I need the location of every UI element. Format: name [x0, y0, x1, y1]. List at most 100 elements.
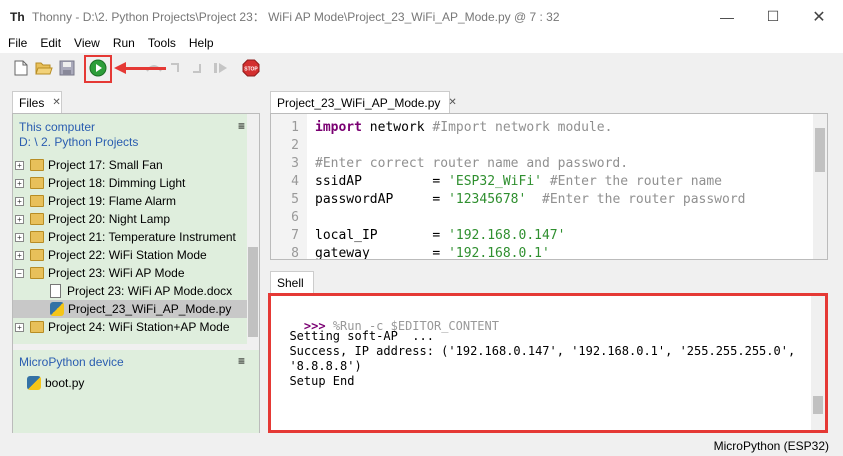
code-line: 3 #Enter correct router name and password… — [271, 155, 811, 173]
expand-icon[interactable]: + — [15, 322, 24, 332]
tab-shell[interactable]: Shell — [270, 271, 314, 293]
collapse-icon[interactable]: − — [15, 268, 24, 278]
resume-icon[interactable] — [212, 59, 230, 77]
new-file-icon[interactable] — [12, 59, 30, 77]
tree-item-label: Project 21: Temperature Instrument — [48, 230, 236, 244]
stop-icon[interactable]: STOP — [242, 59, 260, 77]
tree-item[interactable]: + Project 21: Temperature Instrument — [13, 228, 247, 246]
tree-item-label: Project_23_WiFi_AP_Mode.py — [68, 302, 232, 316]
shell-input-line[interactable]: >>> — [275, 414, 326, 430]
tree-item[interactable]: Project_23_WiFi_AP_Mode.py — [13, 300, 247, 318]
tree-item[interactable]: + Project 22: WiFi Station Mode — [13, 246, 247, 264]
menu-icon[interactable]: ≡ — [238, 119, 245, 133]
menu-run[interactable]: Run — [108, 36, 140, 50]
line-number: 2 — [291, 138, 299, 153]
expand-icon[interactable]: + — [15, 214, 24, 224]
line-number: 4 — [291, 174, 299, 189]
code-editor[interactable]: 1 import network #Import network module. 2… — [270, 113, 828, 260]
tab-files[interactable]: Files ✕ — [12, 91, 62, 113]
code-line: 8 gateway = '192.168.0.1' — [271, 245, 811, 260]
code-line: 1 import network #Import network module. — [271, 119, 811, 137]
code-text: passwordAP = '12345678' #Enter the route… — [315, 191, 746, 209]
minimize-icon[interactable]: — — [704, 0, 750, 33]
maximize-icon[interactable]: ☐ — [750, 0, 796, 33]
close-icon[interactable]: ✕ — [52, 97, 60, 108]
menu-bar: File Edit View Run Tools Help — [0, 33, 843, 53]
tree-item[interactable]: + Project 17: Small Fan — [13, 156, 247, 174]
tree-item-label: Project 23: WiFi AP Mode — [48, 266, 185, 280]
interpreter-status[interactable]: MicroPython (ESP32) — [714, 439, 829, 453]
shell-output-line: Setup End — [275, 374, 355, 388]
expand-icon[interactable]: + — [15, 196, 24, 206]
python-file-icon — [50, 302, 64, 316]
expand-icon[interactable]: + — [15, 178, 24, 188]
code-text: import network #Import network module. — [315, 119, 612, 137]
code-line: 4 ssidAP = 'ESP32_WiFi' #Enter the router… — [271, 173, 811, 191]
tree-item[interactable]: + Project 19: Flame Alarm — [13, 192, 247, 210]
this-computer-label: This computer — [19, 120, 96, 134]
menu-help[interactable]: Help — [184, 36, 219, 50]
close-icon[interactable]: ✕ — [448, 97, 456, 108]
document-icon — [50, 284, 61, 298]
this-computer-section: This computer ≡ D: \ 2. Python Projects … — [13, 114, 259, 344]
menu-tools[interactable]: Tools — [143, 36, 181, 50]
code-text: ssidAP = 'ESP32_WiFi' #Enter the router … — [315, 173, 722, 191]
code-token: import — [315, 120, 362, 135]
save-icon[interactable] — [58, 59, 76, 77]
micropython-device-label: MicroPython device — [19, 355, 124, 369]
menu-icon[interactable]: ≡ — [238, 354, 245, 368]
shell-tab-label: Shell — [277, 275, 304, 290]
expand-icon[interactable]: + — [15, 160, 24, 170]
close-icon[interactable]: ✕ — [796, 0, 842, 33]
code-line: 2 — [271, 137, 811, 155]
editor-tab-label: Project_23_WiFi_AP_Mode.py — [277, 95, 441, 110]
shell-output-line: Setting soft-AP ... — [275, 329, 434, 343]
code-line: 5 passwordAP = '12345678' #Enter the rout… — [271, 191, 811, 209]
list-item[interactable]: boot.py — [27, 374, 261, 392]
folder-icon — [30, 195, 44, 207]
shell-scrollbar[interactable] — [811, 296, 825, 430]
expand-icon[interactable]: + — [15, 232, 24, 242]
tree-item-label: Project 23: WiFi AP Mode.docx — [67, 284, 233, 298]
folder-icon — [30, 177, 44, 189]
expand-icon[interactable]: + — [15, 250, 24, 260]
shell-prompt: >>> — [304, 429, 326, 430]
menu-file[interactable]: File — [3, 36, 32, 50]
code-token: passwordAP = — [315, 192, 449, 207]
tab-editor-file[interactable]: Project_23_WiFi_AP_Mode.py ✕ — [270, 91, 457, 113]
tree-item[interactable]: Project 23: WiFi AP Mode.docx — [13, 282, 247, 300]
tree-item[interactable]: + Project 18: Dimming Light — [13, 174, 247, 192]
tree-item-label: Project 19: Flame Alarm — [48, 194, 177, 208]
menu-view[interactable]: View — [69, 36, 105, 50]
tree-item-label: Project 20: Night Lamp — [48, 212, 171, 226]
line-number: 5 — [291, 192, 299, 207]
shell-scrollbar-thumb[interactable] — [813, 396, 823, 414]
tree-item[interactable]: + Project 24: WiFi Station+AP Mode — [13, 318, 247, 336]
code-line: 7 local_IP = '192.168.0.147' — [271, 227, 811, 245]
micropython-device-section: MicroPython device ≡ boot.py — [13, 344, 259, 433]
step-out-icon[interactable] — [190, 59, 208, 77]
editor-scrollbar-thumb[interactable] — [815, 128, 825, 172]
step-into-icon[interactable] — [168, 59, 186, 77]
shell-panel[interactable]: >>> %Run -c $EDITOR_CONTENT Setting soft… — [268, 293, 828, 433]
code-token: #Enter correct router name and password. — [315, 156, 629, 171]
line-number: 7 — [291, 228, 299, 243]
menu-edit[interactable]: Edit — [35, 36, 66, 50]
files-scrollbar-thumb[interactable] — [248, 247, 258, 337]
code-token: '12345678' — [448, 192, 527, 207]
tree-item-label: Project 24: WiFi Station+AP Mode — [48, 320, 230, 334]
device-file-label: boot.py — [45, 376, 85, 390]
tree-item[interactable]: − Project 23: WiFi AP Mode — [13, 264, 247, 282]
tree-item[interactable]: + Project 20: Night Lamp — [13, 210, 247, 228]
current-path[interactable]: D: \ 2. Python Projects — [19, 135, 138, 149]
line-number: 1 — [291, 120, 299, 135]
line-number: 6 — [291, 210, 299, 225]
annotation-arrow — [122, 67, 166, 70]
python-file-icon — [27, 376, 41, 390]
code-token: local_IP = — [315, 228, 449, 243]
editor-scrollbar[interactable] — [813, 114, 827, 259]
open-folder-icon[interactable] — [35, 59, 53, 77]
code-token: gateway = — [315, 246, 449, 260]
files-scrollbar[interactable] — [247, 114, 259, 344]
